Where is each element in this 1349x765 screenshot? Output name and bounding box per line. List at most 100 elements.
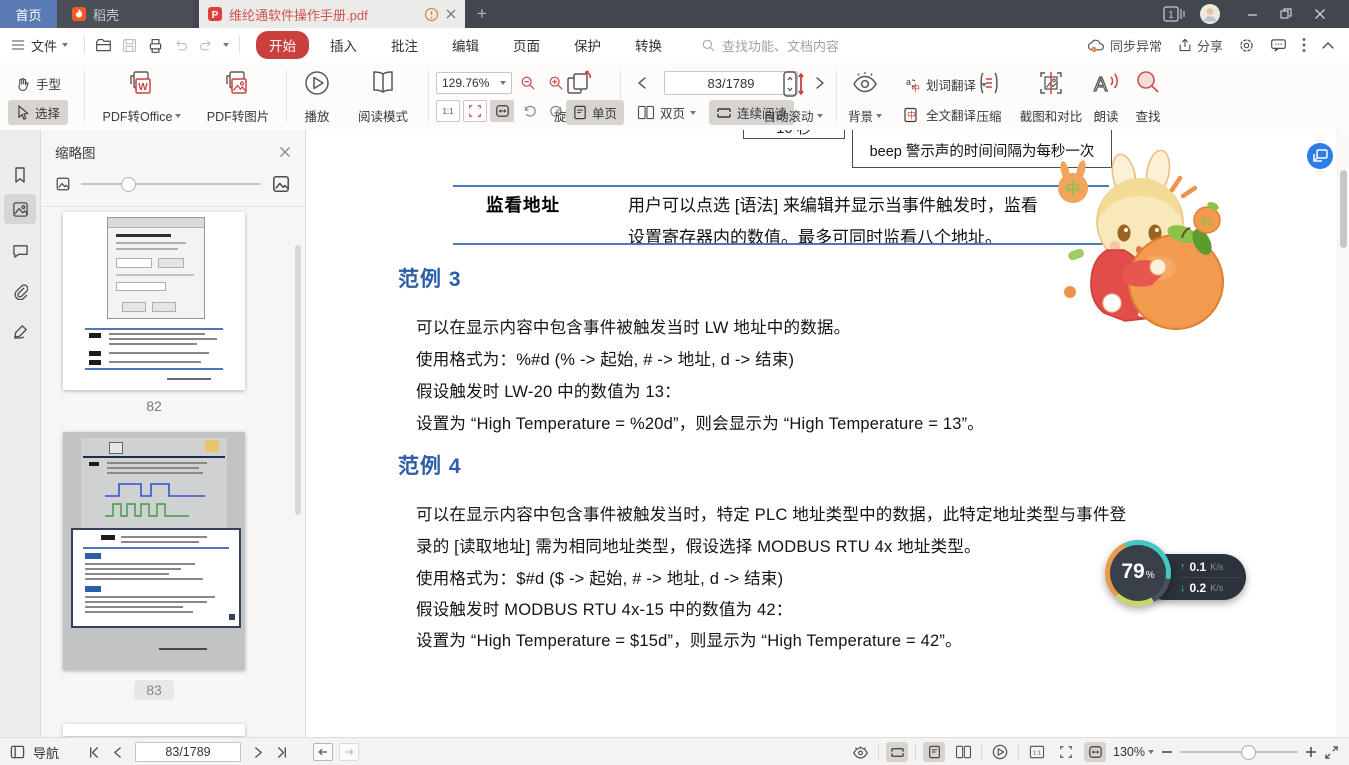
open-folder-icon[interactable]: [95, 37, 112, 54]
sync-status[interactable]: ! 同步异常: [1087, 36, 1162, 55]
read-aloud-button[interactable]: A 朗读: [1086, 69, 1126, 125]
screenshot-compare-button[interactable]: 截图和对比: [1012, 69, 1090, 125]
document-scrollbar[interactable]: [1337, 130, 1349, 737]
next-page-icon[interactable]: [253, 746, 264, 759]
thumbnail-smaller-icon[interactable]: [55, 176, 71, 192]
close-panel-icon[interactable]: [279, 146, 291, 158]
share-button[interactable]: 分享: [1177, 36, 1223, 55]
tab-convert[interactable]: 转换: [622, 31, 675, 59]
zoom-slider-thumb[interactable]: [1241, 745, 1256, 760]
last-page-icon[interactable]: [276, 746, 289, 759]
zoom-slider[interactable]: [1180, 751, 1298, 753]
zoom-out-button[interactable]: [516, 72, 540, 94]
tab-page[interactable]: 页面: [500, 31, 553, 59]
background-button[interactable]: 背景: [842, 69, 888, 125]
single-page-button[interactable]: 单页: [566, 100, 624, 125]
zoom-level-select[interactable]: 129.76%: [436, 72, 512, 94]
compress-icon: [975, 69, 1003, 97]
performance-gauge[interactable]: 79 %: [1105, 540, 1171, 606]
fit-width-button[interactable]: [490, 100, 514, 122]
signature-panel-button[interactable]: [4, 316, 36, 346]
attachments-panel-button[interactable]: [4, 276, 36, 306]
first-page-icon[interactable]: [87, 746, 100, 759]
hand-tool-button[interactable]: 手型: [8, 71, 68, 96]
status-zoom-select[interactable]: 130%: [1113, 745, 1154, 759]
pdf-to-image-button[interactable]: PDF转图片: [198, 69, 278, 125]
bookmarks-panel-button[interactable]: [4, 160, 36, 190]
search-icon: [701, 38, 716, 53]
double-page-button[interactable]: 双页: [630, 100, 703, 125]
window-manage-icon[interactable]: 1: [1163, 6, 1185, 22]
scrollbar-thumb[interactable]: [1340, 170, 1347, 248]
status-page-input[interactable]: 83/1789: [135, 742, 241, 762]
thumbnail-page-next[interactable]: [63, 724, 245, 736]
tab-document-active[interactable]: P 维纶通软件操作手册.pdf: [199, 0, 465, 28]
page-82-label[interactable]: 82: [63, 398, 245, 414]
zoom-out-slider-button[interactable]: [1161, 746, 1173, 758]
collapse-ribbon-icon[interactable]: [1321, 40, 1335, 50]
history-back-button[interactable]: [313, 743, 333, 761]
search-input[interactable]: 查找功能、文档内容: [701, 36, 851, 55]
select-tool-button[interactable]: 选择: [8, 100, 68, 125]
pip-tool-button[interactable]: [1306, 142, 1334, 170]
thumbnail-page-83-current[interactable]: [63, 432, 245, 670]
save-icon[interactable]: [121, 37, 138, 54]
comments-panel-button[interactable]: [4, 236, 36, 266]
document-page[interactable]: 10 秒 beep 警示声的时间间隔为每秒一次 监看地址 用户可以点选 [语法]…: [306, 130, 1338, 737]
tab-edit[interactable]: 编辑: [439, 31, 492, 59]
panel-scrollbar[interactable]: [295, 245, 301, 515]
tab-annotate[interactable]: 批注: [378, 31, 431, 59]
play-button[interactable]: 播放: [294, 69, 340, 125]
fit-page-button[interactable]: [463, 100, 487, 122]
actual-size-button[interactable]: 1:1: [436, 100, 460, 122]
status-single-page-button[interactable]: [923, 742, 945, 762]
status-continuous-button[interactable]: [886, 742, 908, 762]
tab-start[interactable]: 开始: [256, 31, 309, 59]
status-actual-size-button[interactable]: 1:1: [1026, 742, 1048, 762]
doc-alert-icon[interactable]: [424, 7, 439, 22]
auto-scroll-button[interactable]: 自动滚动: [762, 69, 824, 125]
tab-protect[interactable]: 保护: [561, 31, 614, 59]
status-double-page-button[interactable]: [952, 742, 974, 762]
page-83-label[interactable]: 83: [63, 680, 245, 700]
rotate-left-button[interactable]: [517, 100, 541, 122]
user-avatar[interactable]: [1199, 3, 1221, 25]
close-window-button[interactable]: [1303, 0, 1337, 28]
close-tab-icon[interactable]: [445, 8, 457, 20]
tab-docer[interactable]: 稻壳: [57, 0, 193, 28]
pdf-to-office-button[interactable]: W PDF转Office: [92, 69, 192, 125]
tab-home[interactable]: 首页: [0, 0, 57, 28]
thumbnail-page-82[interactable]: [63, 212, 245, 390]
compress-button[interactable]: 压缩: [966, 69, 1012, 125]
navigate-toggle[interactable]: 导航: [10, 743, 59, 762]
example3-line: 假设触发时 LW-20 中的数值为 13：: [416, 378, 681, 402]
status-fit-page-button[interactable]: [1055, 742, 1077, 762]
gear-icon[interactable]: [1238, 37, 1255, 54]
prev-page-icon[interactable]: [112, 746, 123, 759]
status-fit-width-button[interactable]: [1084, 742, 1106, 762]
print-icon[interactable]: [147, 37, 164, 54]
reading-mode-button[interactable]: 阅读模式: [348, 69, 418, 125]
thumbnail-size-slider[interactable]: [81, 183, 261, 185]
new-tab-button[interactable]: +: [465, 0, 499, 28]
previous-page-icon[interactable]: [636, 76, 648, 90]
thumbnail-larger-icon[interactable]: [271, 174, 291, 194]
history-forward-button[interactable]: [339, 743, 359, 761]
restore-button[interactable]: [1269, 0, 1303, 28]
status-play-button[interactable]: [989, 742, 1011, 762]
feedback-icon[interactable]: [1270, 37, 1287, 53]
file-menu[interactable]: 文件: [0, 36, 78, 55]
zoom-in-slider-button[interactable]: [1305, 746, 1317, 758]
redo-icon[interactable]: [198, 37, 214, 53]
thumbnails-panel-button[interactable]: [4, 194, 36, 224]
fullscreen-icon[interactable]: [1324, 745, 1339, 760]
quickbar-more-icon[interactable]: [223, 43, 229, 47]
status-zoom-value: 130%: [1113, 745, 1145, 759]
minimize-button[interactable]: [1235, 0, 1269, 28]
slider-thumb[interactable]: [121, 177, 136, 192]
find-button[interactable]: 查找: [1128, 69, 1168, 125]
tab-insert[interactable]: 插入: [317, 31, 370, 59]
more-menu-icon[interactable]: [1302, 37, 1306, 53]
status-background-button[interactable]: [849, 742, 871, 762]
undo-icon[interactable]: [173, 37, 189, 53]
